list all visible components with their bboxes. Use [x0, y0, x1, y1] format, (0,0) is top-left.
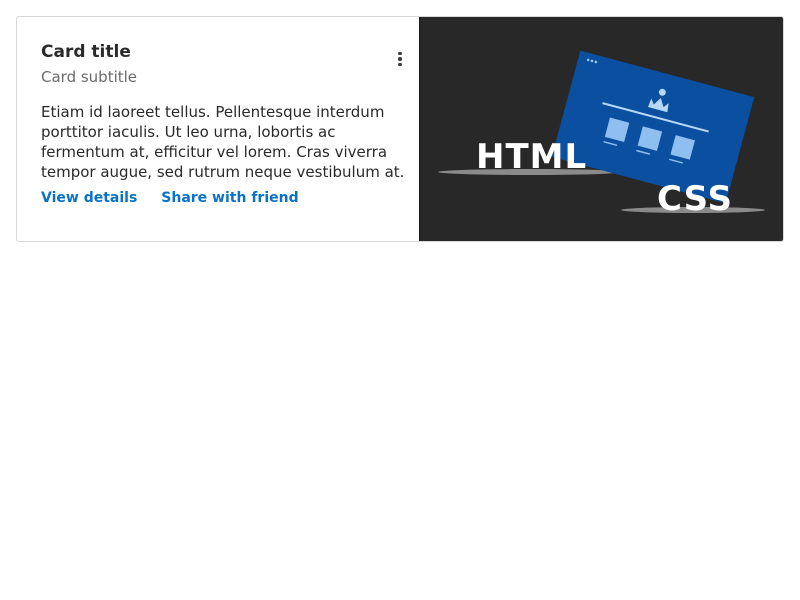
- view-details-link[interactable]: View details: [41, 189, 137, 207]
- html-css-illustration: HTML CSS: [438, 50, 765, 219]
- menu-dot: [398, 51, 402, 56]
- share-with-friend-link[interactable]: Share with friend: [161, 189, 298, 207]
- html-label: HTML: [476, 137, 587, 177]
- card: Card title Card subtitle Etiam id laoree…: [16, 16, 784, 242]
- more-vertical-icon[interactable]: [391, 49, 409, 69]
- css-label: CSS: [657, 179, 733, 219]
- menu-dot: [398, 62, 402, 67]
- card-body: Card title Card subtitle Etiam id laoree…: [17, 17, 419, 241]
- card-subtitle: Card subtitle: [41, 68, 138, 86]
- card-title: Card title: [41, 42, 131, 62]
- card-media-image: HTML CSS: [419, 17, 783, 241]
- menu-dot: [398, 57, 402, 61]
- card-actions: View details Share with friend: [41, 189, 419, 207]
- card-text: Etiam id laoreet tellus. Pellentesque in…: [41, 103, 405, 181]
